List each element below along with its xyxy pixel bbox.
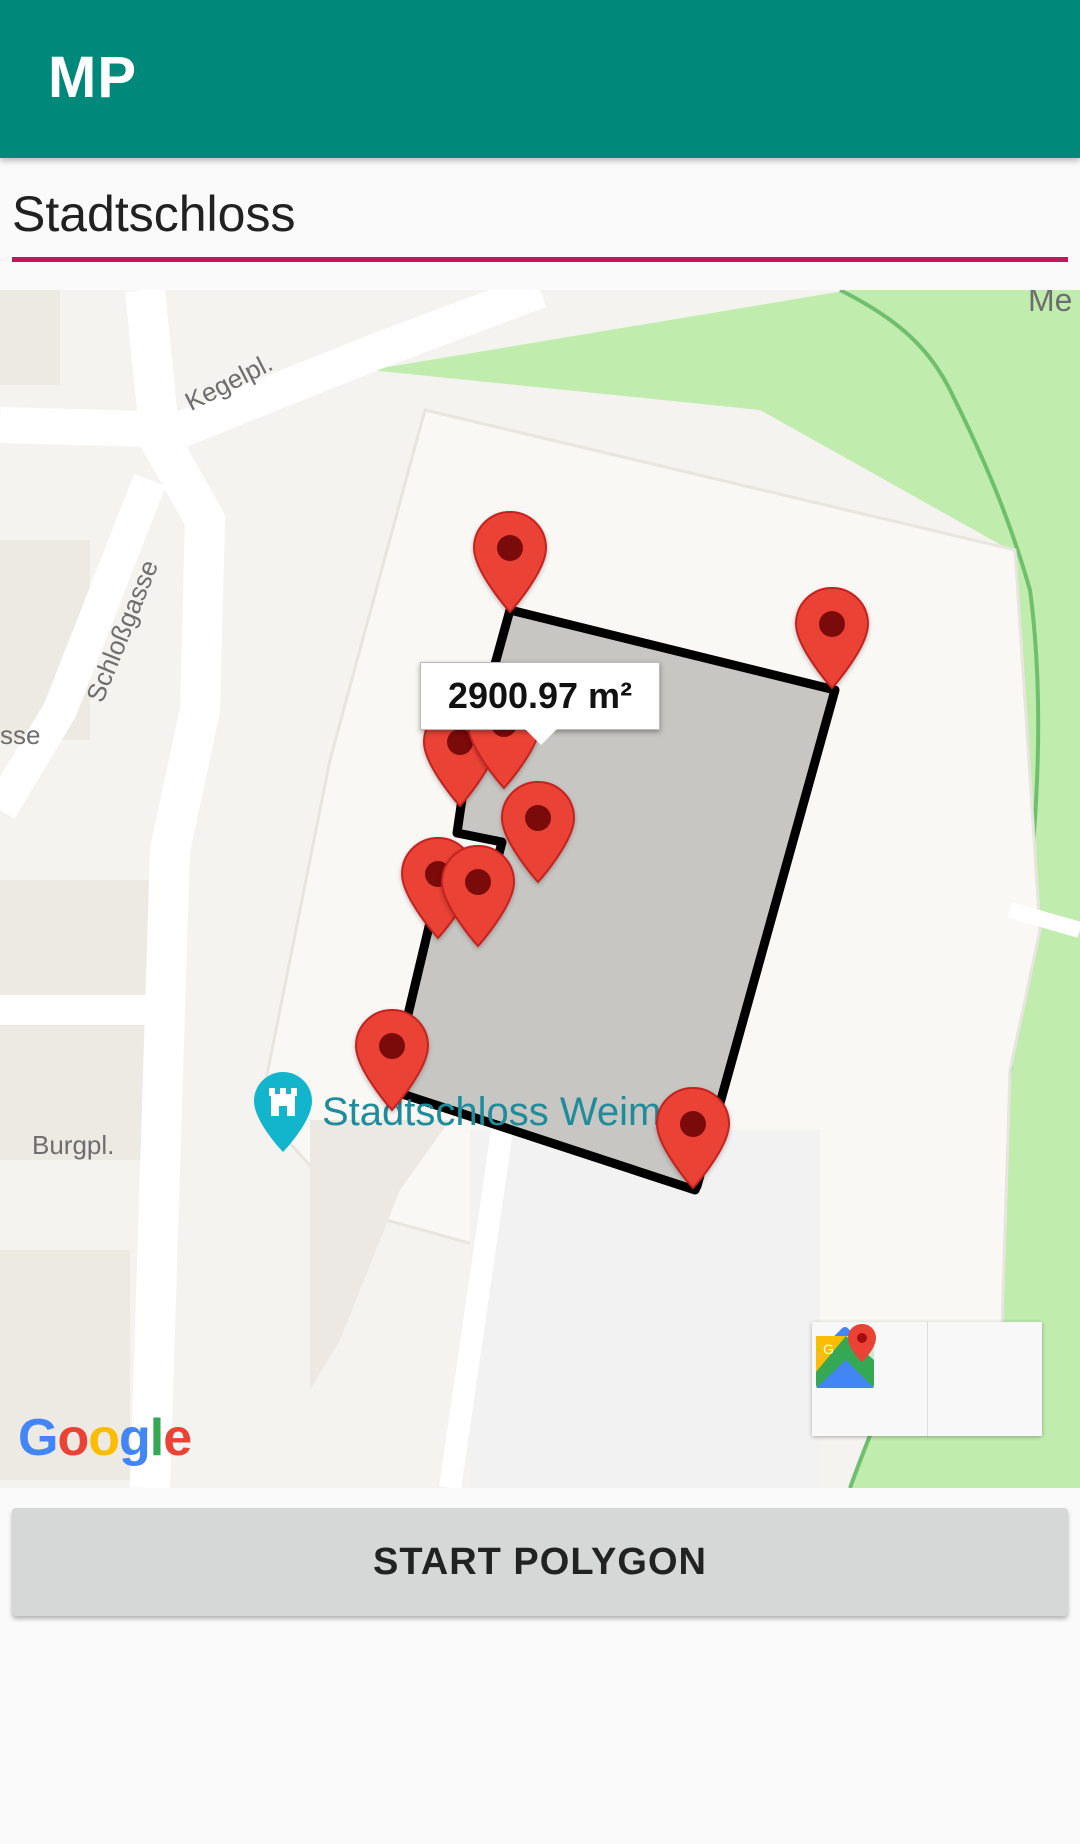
google-maps-icon: G [816,1324,876,1388]
street-label-me: Me [1028,290,1073,318]
castle-poi-icon[interactable] [252,1070,314,1154]
search-input[interactable] [12,176,1068,262]
map-marker-icon[interactable] [354,1008,430,1112]
google-attribution-logo: Google [18,1409,192,1467]
map-marker-icon[interactable] [794,586,870,690]
map-marker-icon[interactable] [655,1086,731,1190]
search-field-container [12,176,1068,268]
map-marker-icon[interactable] [440,844,516,948]
map-marker-icon[interactable] [472,510,548,614]
street-label-burgplatz: Burgpl. [32,1130,115,1160]
app-bar: MP [0,0,1080,158]
map-toolbar: G [812,1322,1042,1436]
building-block [470,1130,820,1488]
start-polygon-button[interactable]: START POLYGON [12,1508,1068,1616]
open-in-maps-button[interactable]: G [816,1322,1042,1436]
app-title: MP [48,45,137,110]
street-label-sse: sse [0,720,41,750]
building-block [0,290,60,385]
svg-text:G: G [823,1341,834,1357]
map-view[interactable]: Kegelpl. Schloßgasse sse Burgpl. Me Stad… [0,290,1080,1488]
road-schlossgasse [125,290,226,1488]
map-canvas[interactable] [0,290,1080,1488]
area-label: 2900.97 m² [420,662,660,745]
